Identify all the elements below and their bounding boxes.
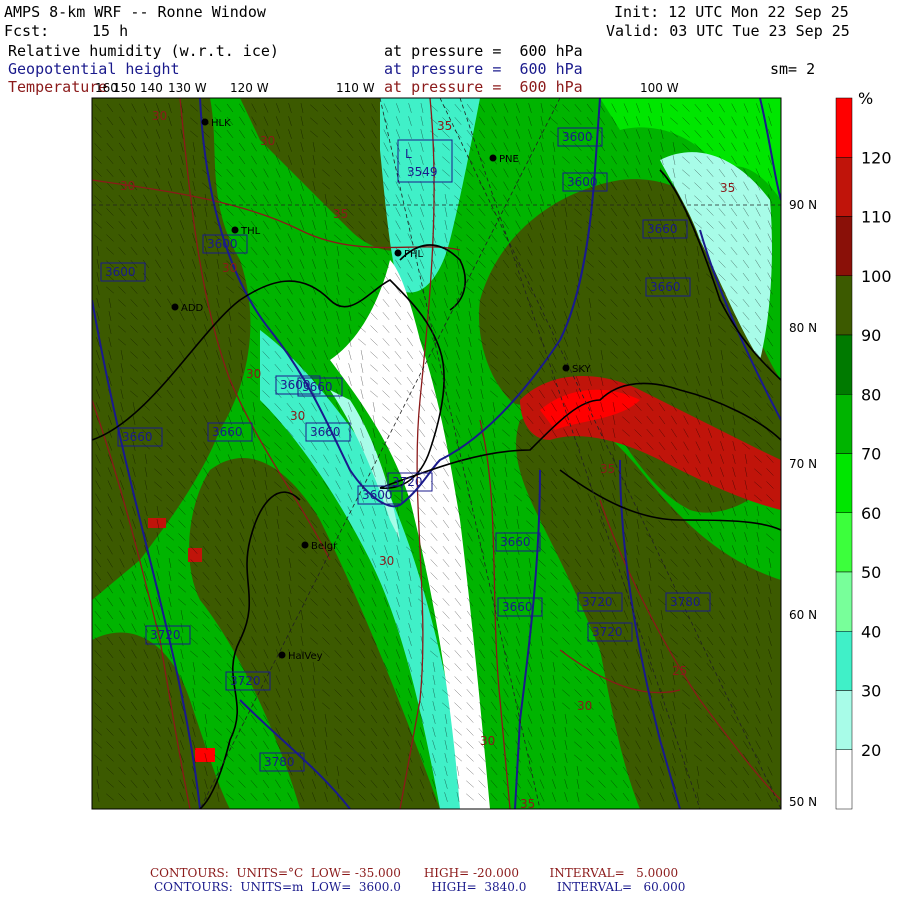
- svg-text:3660: 3660: [122, 430, 153, 444]
- temperature-label: 30: [260, 134, 275, 148]
- lat-label-80: 80 N: [789, 321, 817, 335]
- temperature-label: 30: [120, 179, 135, 193]
- temperature-label: 30: [222, 261, 237, 275]
- temp-contour-high: HIGH= -20.000: [423, 866, 520, 880]
- height-contour-units: UNITS=m: [240, 880, 304, 894]
- svg-text:PHL: PHL: [404, 249, 424, 260]
- lon-label-150: 150: [113, 81, 136, 95]
- svg-text:3600: 3600: [105, 265, 136, 279]
- colorbar-swatch: [835, 690, 853, 750]
- svg-text:3600: 3600: [207, 237, 238, 251]
- colorbar-level-label: 30: [861, 682, 881, 701]
- svg-text:3720: 3720: [392, 475, 423, 489]
- latitude-labels: 90 N 80 N 70 N 60 N 50 N: [789, 198, 817, 809]
- colorbar-level-label: 20: [861, 741, 881, 760]
- svg-text:ADD: ADD: [181, 303, 204, 314]
- svg-text:3720: 3720: [230, 674, 261, 688]
- svg-text:HLK: HLK: [211, 118, 231, 129]
- svg-text:3600: 3600: [362, 488, 393, 502]
- height-contour-interval: INTERVAL= 60.000: [556, 880, 686, 894]
- colorbar-level-label: 50: [861, 563, 881, 582]
- temperature-label: 35: [720, 181, 735, 195]
- svg-text:3660: 3660: [212, 425, 243, 439]
- colorbar-swatch: [835, 275, 853, 336]
- temperature-label: 35: [333, 207, 348, 221]
- longitude-labels: 160 150 140 130 W 120 W 110 W 100 W: [95, 81, 679, 95]
- lat-label-70: 70 N: [789, 457, 817, 471]
- svg-text:3600: 3600: [567, 175, 598, 189]
- colorbar-swatch: [835, 631, 853, 691]
- svg-text:3780: 3780: [670, 595, 701, 609]
- weather-map: L 3549 3600 3600 3660 3600 3600 3600 3660 3720 3…: [91, 81, 892, 811]
- svg-text:SKY: SKY: [572, 364, 592, 375]
- lat-label-50: 50 N: [789, 795, 817, 809]
- svg-text:3720: 3720: [150, 628, 181, 642]
- temperature-label: 35: [437, 119, 452, 133]
- colorbar-level-label: 60: [861, 504, 881, 523]
- low-center-value: 3549: [407, 165, 438, 179]
- svg-text:3780: 3780: [264, 755, 295, 769]
- temperature-label: 30: [379, 554, 394, 568]
- colorbar-swatch: [835, 394, 853, 454]
- colorbar-level-label: 100: [861, 267, 892, 286]
- colorbar-swatch: [835, 97, 853, 158]
- height-contour-high: HIGH= 3840.0: [431, 880, 527, 894]
- colorbar-swatch: [835, 157, 853, 217]
- temperature-label: 25: [672, 664, 687, 678]
- lat-label-90: 90 N: [789, 198, 817, 212]
- svg-text:HalVey: HalVey: [288, 651, 323, 662]
- svg-text:3660: 3660: [650, 280, 681, 294]
- svg-text:3720: 3720: [582, 595, 613, 609]
- svg-text:3660: 3660: [302, 380, 333, 394]
- colorbar-level-label: 70: [861, 445, 881, 464]
- svg-text:3660: 3660: [500, 535, 531, 549]
- svg-text:PNE: PNE: [499, 154, 519, 165]
- lat-label-60: 60 N: [789, 608, 817, 622]
- lon-label-100: 100 W: [640, 81, 679, 95]
- svg-text:THL: THL: [240, 226, 261, 237]
- temperature-label: 30: [290, 409, 305, 423]
- height-contour-info: CONTOURS: UNITS=m LOW= 3600.0 HIGH= 3840…: [154, 880, 685, 894]
- colorbar-level-label: 40: [861, 622, 881, 641]
- height-contour-prefix: CONTOURS:: [154, 880, 233, 894]
- colorbar-swatch: [835, 216, 853, 276]
- svg-text:3660: 3660: [310, 425, 341, 439]
- height-contour-low: LOW= 3600.0: [311, 880, 401, 894]
- lon-label-120: 120 W: [230, 81, 269, 95]
- temperature-label: 35: [600, 462, 615, 476]
- lon-label-140: 140: [140, 81, 163, 95]
- colorbar-swatch: [835, 749, 853, 810]
- svg-text:3660: 3660: [502, 600, 533, 614]
- svg-text:Belgr: Belgr: [311, 541, 338, 552]
- colorbar-level-label: 90: [861, 326, 881, 345]
- temp-contour-interval: INTERVAL= 5.0000: [549, 866, 679, 880]
- colorbar-swatch: [835, 453, 853, 513]
- svg-text:3660: 3660: [647, 222, 678, 236]
- colorbar-swatch: [835, 571, 853, 632]
- colorbar-swatch: [835, 512, 853, 573]
- lon-label-110: 110 W: [336, 81, 375, 95]
- colorbar-unit: %: [858, 89, 873, 108]
- lon-label-130: 130 W: [168, 81, 207, 95]
- temp-contour-low: LOW= -35.000: [310, 866, 401, 880]
- temp-contour-prefix: CONTOURS:: [150, 866, 229, 880]
- svg-text:3720: 3720: [592, 625, 623, 639]
- colorbar-swatch: [835, 334, 853, 395]
- temperature-label: 30: [152, 109, 167, 123]
- low-center-symbol: L: [405, 147, 412, 161]
- temp-contour-units: UNITS=°C: [236, 866, 304, 880]
- colorbar-level-label: 80: [861, 385, 881, 404]
- temp-contour-info: CONTOURS: UNITS=°C LOW= -35.000 HIGH= -2…: [150, 866, 678, 880]
- temperature-label: 30: [577, 699, 592, 713]
- colorbar-level-label: 110: [861, 208, 892, 227]
- svg-text:3600: 3600: [562, 130, 593, 144]
- rh-colorbar: % 120 110 100 90 80 70 60 50 40 30 20: [835, 89, 892, 810]
- temperature-label: 30: [480, 734, 495, 748]
- colorbar-level-label: 120: [861, 148, 892, 167]
- temperature-label: 30: [246, 367, 261, 381]
- temperature-label: 35: [520, 797, 535, 811]
